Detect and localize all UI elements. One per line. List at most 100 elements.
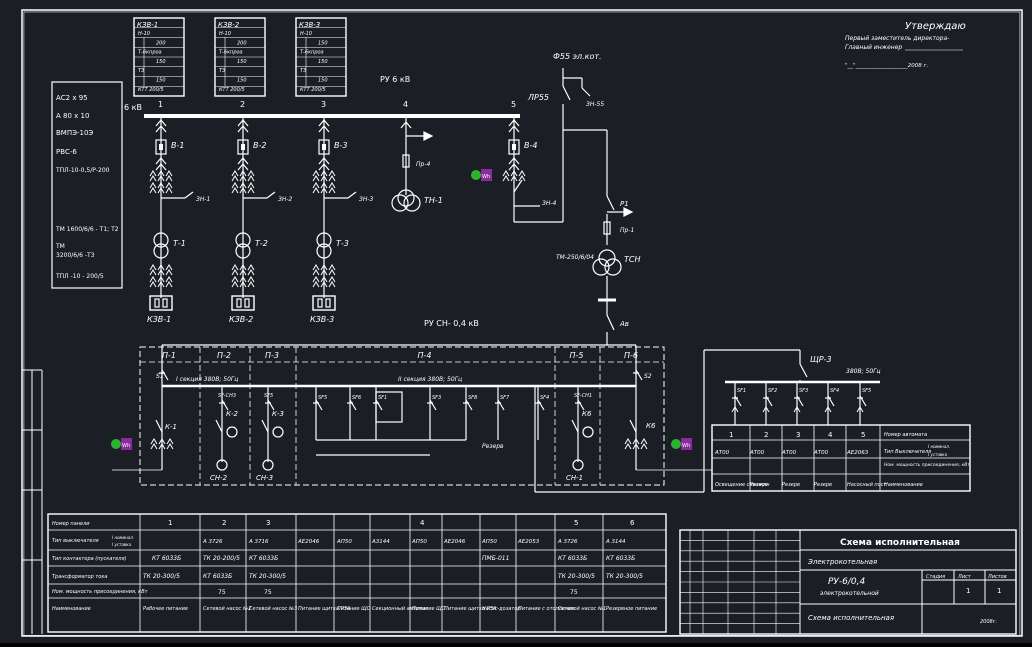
equipment-list-box: АС2 х 95 А 80 х 10 ВМПЭ-10Э РВС-6 ТПЛ-10… bbox=[51, 81, 123, 289]
contactor-val: КТ 6033Б bbox=[152, 555, 181, 562]
av-label: Ав bbox=[619, 320, 629, 328]
shr3-panel: ЩР-3 380В; 50Гц SF1 SF2 SF3 SF4 SF5 1АТ00Осв… bbox=[711, 355, 971, 492]
panel-label: П-4 bbox=[418, 351, 432, 360]
breaker-label: В-3 bbox=[334, 141, 347, 150]
motor-label: СН-1 bbox=[566, 474, 583, 482]
shr-table-breaker: АТ00 bbox=[714, 450, 730, 456]
cell-row: КТТ 200/5 bbox=[300, 87, 326, 93]
cell-row: 150 bbox=[237, 78, 247, 84]
hv-switchgear: РУ 6 кВ 6 кВ 1 2 3 4 5 В-1 ЗН-1 Т-1 КЗВ-1 В-2 ЗН-2… bbox=[124, 52, 641, 345]
equip-item: 3200/6/6 -Т3 bbox=[56, 252, 95, 259]
cell-title: КЗВ-2 bbox=[218, 21, 240, 29]
hv-feeder: В-1 ЗН-1 Т-1 КЗВ-1 bbox=[147, 116, 210, 324]
breaker-label: В-4 bbox=[524, 141, 537, 150]
lv-breaker-label: SF6 bbox=[352, 395, 361, 401]
power-val: 75 bbox=[570, 589, 578, 596]
approval-block: Утверждаю Первый заместитель директора- … bbox=[845, 21, 966, 69]
approval-date: "__"___________________2008 г. bbox=[845, 63, 928, 69]
meter-lv-left: Wh bbox=[111, 438, 132, 450]
shr-label-number: Номер автомата bbox=[884, 432, 927, 438]
lv-breaker-label: SF5 bbox=[264, 393, 273, 399]
outgoing-label: КЗВ-3 bbox=[310, 315, 334, 324]
breaker-val: АП50 bbox=[336, 539, 352, 545]
shr-table-breaker: АЕ2063 bbox=[846, 450, 869, 456]
equip-item: РВС-6 bbox=[56, 148, 77, 156]
breaker-val: АП50 bbox=[411, 539, 427, 545]
cell-row: 150 bbox=[156, 78, 166, 84]
section-breaker: SF7 bbox=[495, 386, 510, 440]
shr-feeder: SF3 bbox=[793, 382, 808, 425]
lv-breaker-label: SF8 bbox=[468, 395, 477, 401]
breaker-val: А 3144 bbox=[605, 539, 626, 545]
cell-row: 150 bbox=[318, 78, 328, 84]
power-val: 75 bbox=[218, 589, 226, 596]
cell-row: 150 bbox=[318, 40, 328, 46]
section-breaker: SF8 bbox=[463, 386, 477, 440]
tsn-type-label: ТМ-250/6/04 bbox=[556, 254, 594, 261]
shr-table-breaker: АТ00 bbox=[781, 450, 797, 456]
cell-row: Т-6кпроа bbox=[219, 50, 243, 56]
shr-feeder: SF2 bbox=[762, 382, 777, 425]
breaker-val: АЕ2046 bbox=[443, 539, 466, 545]
name-val: Насос-дозатор bbox=[482, 606, 521, 612]
hv-feeder: В-2 ЗН-2 Т-2 КЗВ-2 bbox=[229, 116, 293, 324]
hv-feeders: 1 2 3 4 5 В-1 ЗН-1 Т-1 КЗВ-1 В-2 ЗН-2 Т-2 КЗВ-2 В-3 ЗН… bbox=[147, 100, 564, 324]
contactor-label: К-3 bbox=[272, 410, 284, 418]
contactor-val: КТ 6033Б bbox=[558, 555, 587, 562]
feeder-number: 1 bbox=[158, 100, 163, 109]
cell-tables: КЗВ-1Н-10200Т-6кпроа150ТЗ150КТТ 200/5КЗВ… bbox=[133, 17, 347, 97]
cell-row: 200 bbox=[237, 40, 247, 46]
col-number: 2 bbox=[222, 519, 226, 527]
approval-line-2: Главный инженер bbox=[845, 44, 902, 51]
meter-lv-right: Wh bbox=[671, 438, 692, 450]
ru-6kv-label: РУ 6 кВ bbox=[380, 75, 410, 84]
breaker-val: А 3716 bbox=[248, 539, 269, 545]
contactor-k6: К6 bbox=[646, 422, 656, 430]
shr-table-number: 4 bbox=[828, 431, 833, 439]
equip-item: ТМ bbox=[55, 243, 65, 250]
transformer-label: Т-2 bbox=[255, 239, 268, 248]
switch-s1: S1 bbox=[156, 373, 164, 380]
ct-val: ТК 20-300/5 bbox=[143, 573, 180, 580]
row-label: Номер панели bbox=[52, 521, 90, 527]
incomer bbox=[624, 362, 712, 471]
col-number: 5 bbox=[574, 519, 578, 527]
schematic-canvas: Утверждаю Первый заместитель директора- … bbox=[0, 0, 1032, 643]
equip-item: ТПЛ -10 - 200/5 bbox=[55, 273, 104, 280]
row-label: Тип выключателя bbox=[52, 538, 99, 544]
breaker-val: АЕ2053 bbox=[517, 539, 540, 545]
shr-table-breaker: АТ00 bbox=[813, 450, 829, 456]
shr-feeder: SF5 bbox=[856, 382, 871, 425]
row-label: Трансформатор тока bbox=[52, 574, 107, 580]
tb-sheet-title: Схема исполнительная bbox=[808, 614, 894, 622]
lv-breaker-label: SF1 bbox=[378, 395, 387, 401]
cell-row: 200 bbox=[156, 40, 166, 46]
col-number: 3 bbox=[266, 519, 270, 527]
section-breaker: SF5 bbox=[313, 386, 327, 440]
tb-col-sheet: Лист bbox=[957, 574, 972, 580]
name-val: Рабочее питание bbox=[143, 606, 188, 612]
outgoing-label: КЗВ-2 bbox=[229, 315, 253, 324]
name-val: Сетевой насос №3 bbox=[249, 606, 297, 612]
cell-row: Т-6кпроа bbox=[138, 50, 162, 56]
shr-table-breaker: АТ00 bbox=[749, 450, 765, 456]
cell-row: ТЗ bbox=[300, 68, 307, 74]
approval-line-1: Первый заместитель директора- bbox=[845, 35, 949, 42]
meter-label: Wh bbox=[682, 443, 690, 449]
equip-item: ВМПЭ-10Э bbox=[56, 129, 93, 137]
label-nominal: I номинал. bbox=[112, 535, 134, 540]
cell-row: Н-10 bbox=[300, 31, 312, 37]
shr3-title: ЩР-3 bbox=[810, 355, 832, 364]
breaker-label: В-1 bbox=[171, 141, 184, 150]
lr55-label: ЛР55 bbox=[527, 93, 549, 102]
shr-table-number: 2 bbox=[764, 431, 768, 439]
section-breaker: SF6 bbox=[347, 386, 361, 440]
cell-row: 150 bbox=[156, 59, 166, 65]
tb-sub1: Электрокотельная bbox=[807, 558, 877, 566]
switch-s2: S2 bbox=[644, 373, 652, 380]
feeder-number: 2 bbox=[240, 100, 245, 109]
tb-sub2: электрокотельной bbox=[820, 590, 879, 597]
shr-breaker-label: SF4 bbox=[830, 388, 839, 394]
ct-val: ТК 20-300/5 bbox=[558, 573, 595, 580]
section-2-label: II секция 380В; 50Гц bbox=[398, 376, 462, 383]
